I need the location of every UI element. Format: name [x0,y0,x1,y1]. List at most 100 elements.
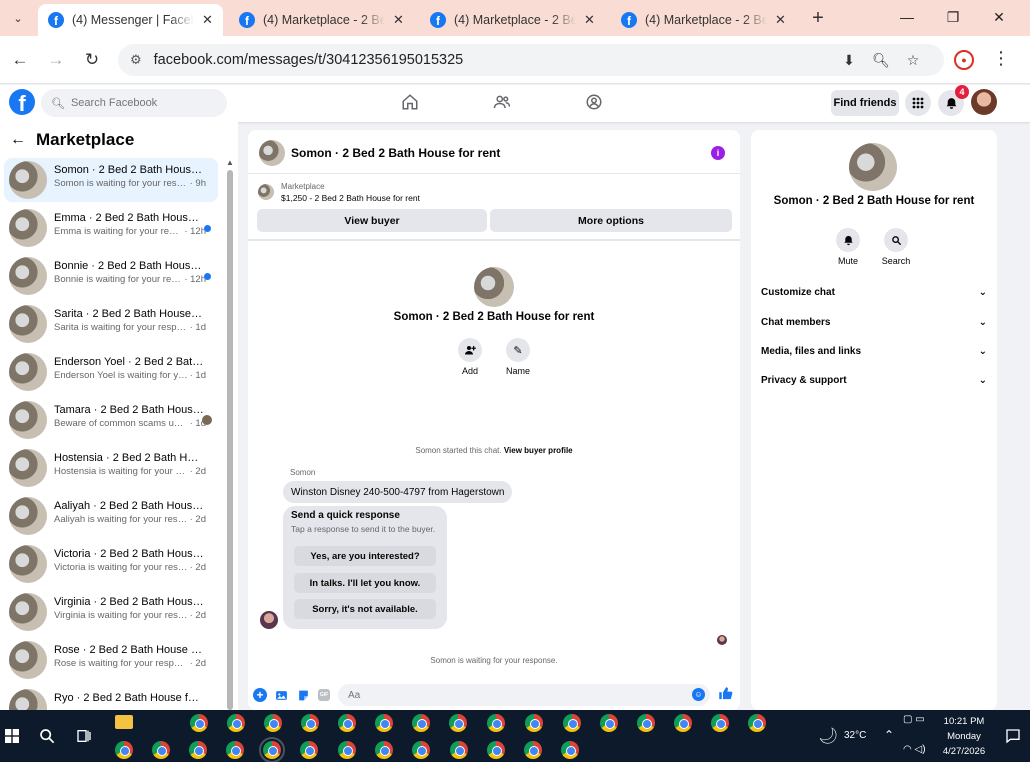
sticker-icon[interactable] [296,688,310,702]
quick-reply-button[interactable]: Sorry, it's not available. [294,599,436,619]
taskbar-chrome-icon[interactable] [412,714,430,732]
message-input[interactable] [348,689,678,701]
conversation-item[interactable]: Emma · 2 Bed 2 Bath House for rent Emma i… [4,206,218,250]
taskbar-chrome-icon[interactable] [152,741,170,759]
info-icon[interactable]: i [711,146,725,160]
facebook-search-input[interactable] [70,97,221,109]
taskbar-chrome-icon[interactable] [190,714,208,732]
conversation-item[interactable]: Aaliyah · 2 Bed 2 Bath House for rent Aal… [4,494,218,538]
taskbar-chrome-icon[interactable] [375,714,393,732]
menu-grid-icon[interactable] [905,90,931,116]
gif-icon[interactable]: GIF [318,689,330,701]
notification-center-icon[interactable] [1003,726,1023,746]
conversation-item[interactable]: Hostensia · 2 Bed 2 Bath House for rent H… [4,446,218,490]
close-tab-icon[interactable]: ✕ [584,12,595,28]
taskbar-chrome-icon[interactable] [561,741,579,759]
taskbar-chrome-icon[interactable] [259,737,285,762]
taskbar-chrome-icon[interactable] [563,714,581,732]
bookmark-star-icon[interactable]: ☆ [902,50,924,70]
back-arrow-icon[interactable]: ← [10,131,26,149]
close-tab-icon[interactable]: ✕ [393,12,404,28]
add-action[interactable]: Add [450,338,490,376]
photo-icon[interactable] [274,688,288,702]
taskbar-chrome-icon[interactable] [449,714,467,732]
conversation-item[interactable]: Victoria · 2 Bed 2 Bath House for rent Vi… [4,542,218,586]
taskbar-chrome-icon[interactable] [674,714,692,732]
conversation-item[interactable]: Bonnie · 2 Bed 2 Bath House for rent Bonn… [4,254,218,298]
taskbar-chrome-icon[interactable] [338,741,356,759]
emoji-icon[interactable]: ☺ [692,688,705,701]
view-buyer-profile-link[interactable]: View buyer profile [504,446,573,455]
home-icon[interactable] [399,91,421,113]
conversation-item[interactable]: Sarita · 2 Bed 2 Bath House for rent Sari… [4,302,218,346]
section-customize-chat[interactable]: Customize chat ⌄ [761,282,987,302]
taskbar-search-icon[interactable] [37,726,57,746]
close-tab-icon[interactable]: ✕ [202,12,213,28]
taskbar-chrome-icon[interactable] [227,714,245,732]
tray-device-icons[interactable]: ▢ ▭ [903,714,925,725]
tray-network-volume-icons[interactable]: ◠ ◁) [903,744,926,755]
browser-profile-icon[interactable]: ● [954,50,974,70]
contact-avatar[interactable] [474,267,514,307]
account-avatar[interactable] [971,89,997,115]
taskbar-chrome-icon[interactable] [115,741,133,759]
browser-tab[interactable]: f (4) Messenger | Facebook ✕ [38,4,223,36]
conversation-scrollbar[interactable]: ▲ [226,154,234,710]
taskbar-chrome-icon[interactable] [300,741,318,759]
task-view-icon[interactable] [74,726,94,746]
browser-tab[interactable]: f (4) Marketplace - 2 Bed ✕ [611,4,796,36]
section-privacy-support[interactable]: Privacy & support ⌄ [761,370,987,390]
taskbar-chrome-icon[interactable] [226,741,244,759]
taskbar-chrome-icon[interactable] [637,714,655,732]
scrollbar-thumb[interactable] [227,170,233,710]
message-input-box[interactable] [338,684,710,706]
close-tab-icon[interactable]: ✕ [775,12,786,28]
taskbar-chrome-icon[interactable] [748,714,766,732]
taskbar-chrome-icon[interactable] [189,741,207,759]
weather-temp[interactable]: 32°C [844,730,866,741]
taskbar-chrome-icon[interactable] [264,714,282,732]
more-options-button[interactable]: More options [490,209,732,232]
plus-icon[interactable]: + [253,688,267,702]
groups-icon[interactable] [583,91,605,113]
quick-reply-button[interactable]: In talks. I'll let you know. [294,573,436,593]
windows-start-icon[interactable] [2,726,22,746]
forward-button[interactable]: → [44,48,68,72]
name-action[interactable]: ✎ Name [498,338,538,376]
taskbar-chrome-icon[interactable] [301,714,319,732]
details-avatar[interactable] [849,143,897,191]
browser-menu-icon[interactable]: ⋮ [992,48,1010,69]
pencil-icon[interactable]: ✎ [506,338,530,362]
taskbar-chrome-icon[interactable] [338,714,356,732]
friends-icon[interactable] [491,91,513,113]
conversation-item[interactable]: Tamara · 2 Bed 2 Bath House for rent Bewa… [4,398,218,442]
conversation-item[interactable]: Somon · 2 Bed 2 Bath House for rent Somon… [4,158,218,202]
thumbs-up-icon[interactable] [718,686,733,704]
zoom-icon[interactable]: 🔍︎ [870,50,892,70]
scroll-up-icon[interactable]: ▲ [226,158,234,167]
reload-button[interactable]: ↻ [80,48,104,72]
new-tab-button[interactable]: + [806,6,830,30]
site-info-icon[interactable]: ⚙ [130,52,142,68]
taskbar-chrome-icon[interactable] [525,714,543,732]
weather-icon[interactable]: 🌙︎ [818,726,838,746]
search-action[interactable]: Search [876,228,916,266]
taskbar-clock[interactable]: 10:21 PM Monday 4/27/2026 [936,714,992,759]
taskbar-chrome-icon[interactable] [487,741,505,759]
browser-tab[interactable]: f (4) Marketplace - 2 Bed ✕ [229,4,414,36]
chat-title[interactable]: Somon · 2 Bed 2 Bath House for rent [291,146,500,160]
search-icon[interactable] [884,228,908,252]
address-bar[interactable]: ⚙ facebook.com/messages/t/30412356195015… [118,44,944,76]
browser-tab[interactable]: f (4) Marketplace - 2 Bed ✕ [420,4,605,36]
sender-avatar[interactable] [260,611,278,629]
taskbar-chrome-icon[interactable] [450,741,468,759]
tab-search-button[interactable]: ⌄ [6,6,30,30]
taskbar-chrome-icon[interactable] [600,714,618,732]
bell-icon[interactable] [836,228,860,252]
tray-chevron-icon[interactable]: ⌃ [884,728,894,742]
conversation-item[interactable]: Rose · 2 Bed 2 Bath House for rent Rose i… [4,638,218,682]
view-buyer-button[interactable]: View buyer [257,209,487,232]
section-chat-members[interactable]: Chat members ⌄ [761,312,987,332]
facebook-search[interactable]: 🔍︎ [41,89,227,117]
quick-reply-button[interactable]: Yes, are you interested? [294,546,436,566]
